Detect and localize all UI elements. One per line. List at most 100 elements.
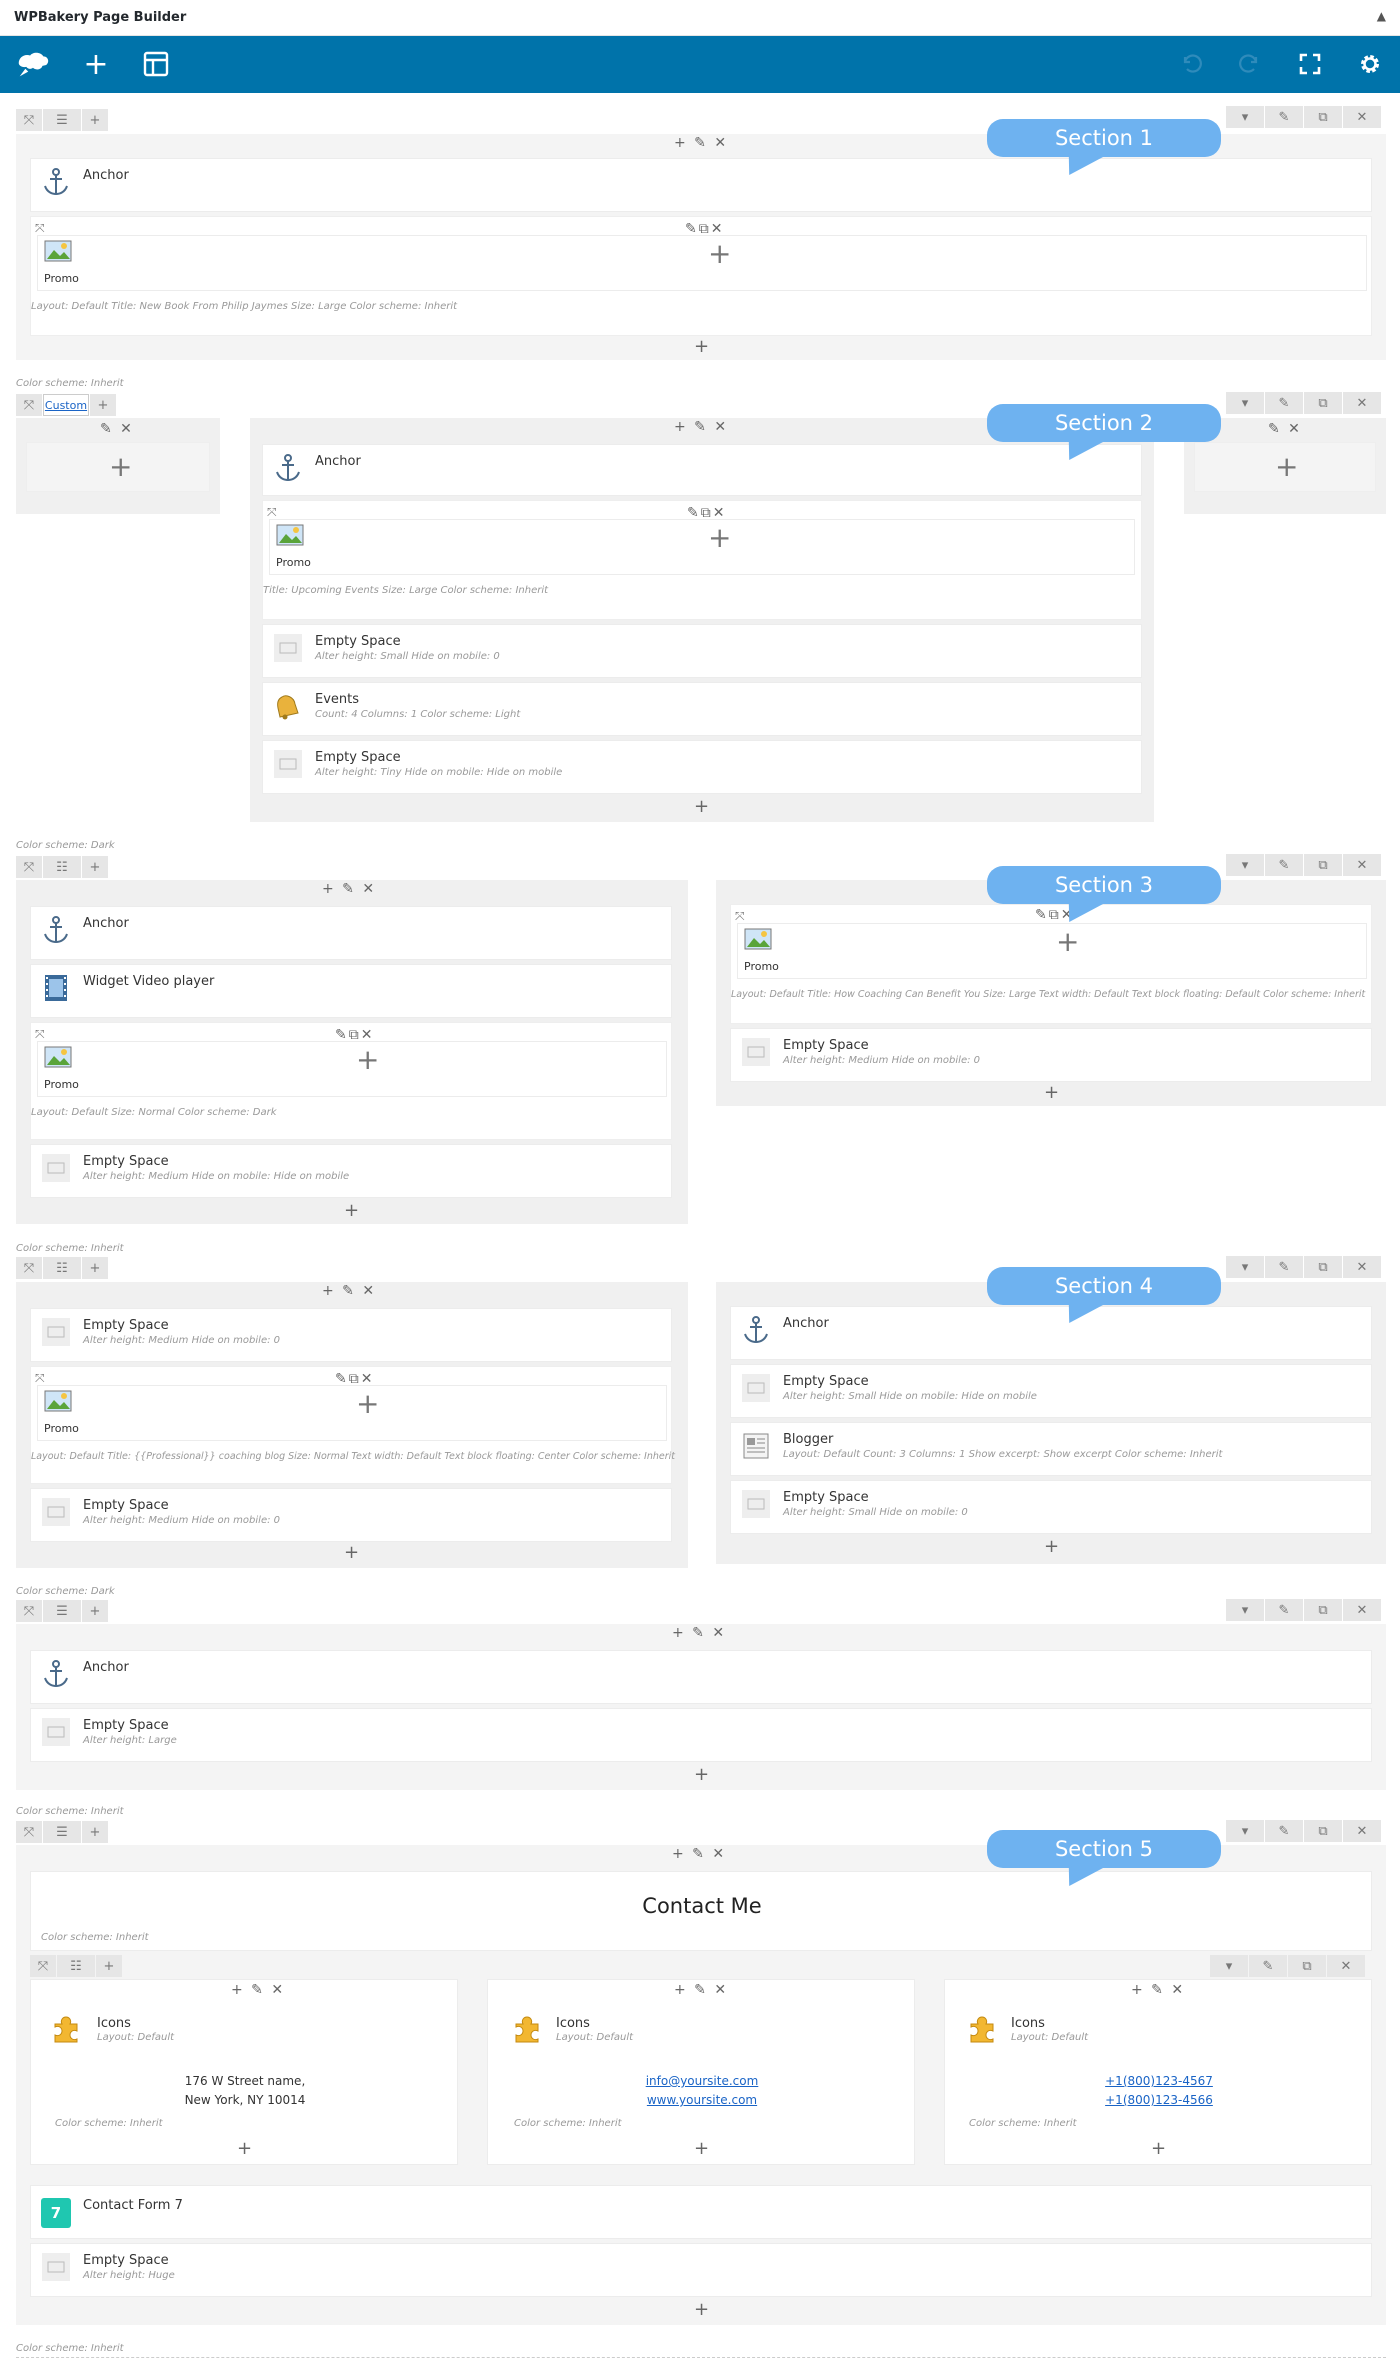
column-controls[interactable]: + ✎ ✕	[674, 419, 728, 435]
row-clone-icon[interactable]: ⧉	[1304, 1599, 1342, 1621]
column-controls[interactable]: + ✎ ✕	[672, 1625, 726, 1641]
row-move-icon[interactable]: ⤧	[16, 109, 42, 131]
promo-element[interactable]: Promo +	[269, 519, 1135, 575]
empty-space-element[interactable]: Empty Space Alter height: Tiny Hide on m…	[262, 740, 1142, 794]
move-icon[interactable]: ⤧	[35, 1371, 45, 1386]
row-move-icon[interactable]: ⤧	[30, 1955, 56, 1977]
templates-icon[interactable]	[138, 46, 174, 82]
add-element-icon[interactable]: +	[344, 1544, 359, 1562]
anchor-element[interactable]: Anchor	[262, 444, 1142, 496]
row-delete-icon[interactable]: ✕	[1327, 1955, 1365, 1977]
row-add-icon[interactable]: +	[82, 109, 108, 131]
column-controls[interactable]: ✎ ✕	[100, 421, 134, 437]
row-add-icon[interactable]: +	[82, 1600, 108, 1622]
row-add-icon[interactable]: +	[90, 394, 116, 416]
contact-title-element[interactable]: Contact Me Color scheme: Inherit	[30, 1871, 1372, 1951]
fullscreen-icon[interactable]	[1292, 46, 1328, 82]
empty-space-element[interactable]: Empty Space Alter height: Large	[30, 1708, 1372, 1762]
promo-element[interactable]: Promo +	[37, 1385, 667, 1441]
add-element-icon[interactable]: +	[694, 798, 709, 816]
row-delete-icon[interactable]: ✕	[1343, 854, 1381, 876]
redo-icon[interactable]	[1232, 46, 1268, 82]
add-element-icon[interactable]: +	[694, 338, 709, 356]
add-element-icon[interactable]: +	[708, 524, 731, 552]
undo-icon[interactable]	[1173, 46, 1209, 82]
empty-space-element[interactable]: Empty Space Alter height: Small Hide on …	[262, 624, 1142, 678]
video-player-element[interactable]: Widget Video player	[30, 964, 672, 1018]
move-icon[interactable]: ⤧	[267, 505, 277, 520]
email-link[interactable]: info@yoursite.com	[488, 2074, 916, 2088]
anchor-element[interactable]: Anchor	[30, 906, 672, 960]
row-toggle-icon[interactable]: ▾	[1226, 106, 1264, 128]
move-icon[interactable]: ⤧	[735, 909, 745, 924]
column-controls[interactable]: + ✎ ✕	[674, 135, 728, 151]
row-toggle-icon[interactable]: ▾	[1210, 1955, 1248, 1977]
empty-space-element[interactable]: Empty Space Alter height: Small Hide on …	[730, 1364, 1372, 1418]
add-element-icon[interactable]: +	[1044, 1538, 1059, 1556]
add-element-icon[interactable]: +	[356, 1046, 379, 1074]
blogger-element[interactable]: Blogger Layout: Default Count: 3 Columns…	[730, 1422, 1372, 1476]
phone-link-1[interactable]: +1(800)123-4567	[945, 2074, 1373, 2088]
add-element-icon[interactable]: +	[356, 1390, 379, 1418]
column-controls[interactable]: + ✎ ✕	[231, 1982, 285, 1998]
row-move-icon[interactable]: ⤧	[16, 1821, 42, 1843]
column-controls[interactable]: ✎ ✕	[1268, 421, 1302, 437]
settings-gear-icon[interactable]	[1352, 46, 1388, 82]
move-icon[interactable]: ⤧	[35, 1027, 45, 1042]
column-controls[interactable]: + ✎ ✕	[322, 1283, 376, 1299]
empty-space-element[interactable]: Empty Space Alter height: Medium Hide on…	[30, 1144, 672, 1198]
row-edit-icon[interactable]: ✎	[1265, 1820, 1303, 1842]
add-element-icon[interactable]: +	[1151, 2140, 1166, 2158]
empty-space-element[interactable]: Empty Space Alter height: Medium Hide on…	[30, 1308, 672, 1362]
row-layout-custom[interactable]: Custom	[43, 394, 89, 416]
row-delete-icon[interactable]: ✕	[1343, 1256, 1381, 1278]
row-toggle-icon[interactable]: ▾	[1226, 392, 1264, 414]
promo-element[interactable]: Promo +	[737, 923, 1367, 979]
row-move-icon[interactable]: ⤧	[16, 856, 42, 878]
empty-space-element[interactable]: Empty Space Alter height: Medium Hide on…	[30, 1488, 672, 1542]
row-clone-icon[interactable]: ⧉	[1304, 854, 1342, 876]
empty-space-element[interactable]: Empty Space Alter height: Huge	[30, 2243, 1372, 2297]
empty-space-element[interactable]: Empty Space Alter height: Medium Hide on…	[730, 1028, 1372, 1082]
column-controls[interactable]: + ✎ ✕	[1131, 1982, 1185, 1998]
row-add-icon[interactable]: +	[82, 1257, 108, 1279]
row-move-icon[interactable]: ⤧	[16, 1600, 42, 1622]
row-toggle-icon[interactable]: ▾	[1226, 1256, 1264, 1278]
row-clone-icon[interactable]: ⧉	[1304, 1256, 1342, 1278]
move-icon[interactable]: ⤧	[35, 221, 45, 236]
add-element-icon[interactable]: +	[109, 453, 132, 481]
contact-form-element[interactable]: 7 Contact Form 7	[30, 2185, 1372, 2239]
column-controls[interactable]: + ✎ ✕	[322, 881, 376, 897]
anchor-element[interactable]: Anchor	[730, 1306, 1372, 1360]
row-edit-icon[interactable]: ✎	[1265, 1599, 1303, 1621]
row-delete-icon[interactable]: ✕	[1343, 1599, 1381, 1621]
row-clone-icon[interactable]: ⧉	[1304, 106, 1342, 128]
row-toggle-icon[interactable]: ▾	[1226, 854, 1264, 876]
add-element-icon[interactable]: +	[344, 1202, 359, 1220]
add-element-icon[interactable]: +	[1275, 453, 1298, 481]
row-add-icon[interactable]: +	[96, 1955, 122, 1977]
row-layout-icon[interactable]: ☰	[43, 109, 81, 131]
promo-element[interactable]: Promo +	[37, 1041, 667, 1097]
row-edit-icon[interactable]: ✎	[1265, 1256, 1303, 1278]
row-move-icon[interactable]: ⤧	[16, 1257, 42, 1279]
row-delete-icon[interactable]: ✕	[1343, 106, 1381, 128]
empty-column[interactable]: +	[26, 442, 210, 492]
wpbakery-logo-icon[interactable]	[14, 46, 50, 82]
add-element-icon[interactable]: +	[1056, 928, 1079, 956]
row-edit-icon[interactable]: ✎	[1265, 106, 1303, 128]
add-element-icon[interactable]: +	[1044, 1084, 1059, 1102]
anchor-element[interactable]: Anchor	[30, 1650, 1372, 1704]
row-edit-icon[interactable]: ✎	[1265, 392, 1303, 414]
row-move-icon[interactable]: ⤧	[16, 394, 42, 416]
row-delete-icon[interactable]: ✕	[1343, 392, 1381, 414]
promo-element[interactable]: Promo +	[37, 235, 1367, 291]
row-edit-icon[interactable]: ✎	[1265, 854, 1303, 876]
row-clone-icon[interactable]: ⧉	[1304, 392, 1342, 414]
add-element-icon[interactable]: +	[694, 2140, 709, 2158]
row-layout-icon[interactable]: ☷	[43, 856, 81, 878]
row-layout-icon[interactable]: ☰	[43, 1821, 81, 1843]
anchor-element[interactable]: Anchor	[30, 158, 1372, 212]
add-element-icon[interactable]: +	[237, 2140, 252, 2158]
row-add-icon[interactable]: +	[82, 856, 108, 878]
